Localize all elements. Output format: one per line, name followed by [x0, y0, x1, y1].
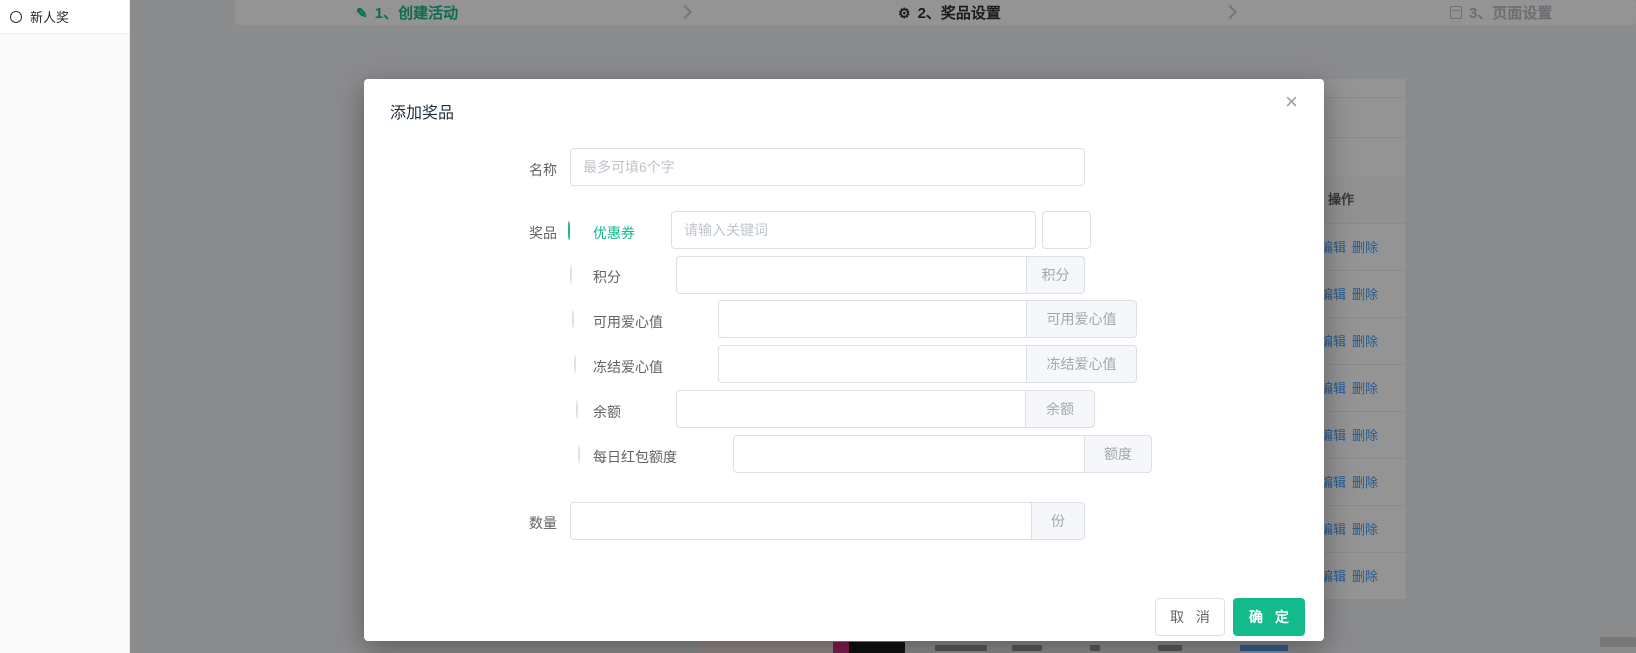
radio-frozen-love[interactable]	[574, 355, 576, 374]
frozen-love-input[interactable]	[718, 345, 1027, 383]
sidebar: 新人奖	[0, 0, 130, 653]
app-window: ✎ 1、创建活动 ⚙ 2、奖品设置 3、页面设置 操作 编辑删除编辑删除编辑删除…	[0, 0, 1636, 653]
radio-frozen-love-label[interactable]: 冻结爱心值	[593, 357, 663, 377]
radio-coupon[interactable]	[568, 221, 570, 240]
cancel-button[interactable]: 取 消	[1155, 598, 1225, 636]
radio-daily-redpacket-label[interactable]: 每日红包额度	[593, 447, 677, 467]
coupon-keyword-input[interactable]	[671, 211, 1036, 249]
add-prize-dialog: 添加奖品 × 名称 奖品 优惠券 积分 积分 可用爱心值 可用爱心值 冻结爱心值…	[364, 79, 1324, 641]
daily-redpacket-suffix: 额度	[1085, 435, 1152, 473]
radio-coupon-label[interactable]: 优惠券	[593, 223, 635, 243]
coupon-extra-input[interactable]	[1042, 211, 1091, 249]
prize-field-label: 奖品	[464, 223, 557, 243]
radio-points-label[interactable]: 积分	[593, 267, 621, 287]
radio-points[interactable]	[570, 265, 572, 284]
points-input[interactable]	[676, 256, 1027, 294]
frozen-love-suffix: 冻结爱心值	[1027, 345, 1137, 383]
quantity-field-label: 数量	[464, 513, 557, 533]
sidebar-item-label: 新人奖	[30, 7, 69, 26]
radio-balance[interactable]	[576, 400, 578, 419]
name-input[interactable]	[570, 148, 1085, 186]
points-suffix: 积分	[1027, 256, 1085, 294]
quantity-suffix: 份	[1032, 502, 1085, 540]
quantity-input[interactable]	[570, 502, 1032, 540]
usable-love-suffix: 可用爱心值	[1027, 300, 1137, 338]
balance-suffix: 余额	[1026, 390, 1095, 428]
daily-redpacket-input[interactable]	[733, 435, 1085, 473]
radio-usable-love-label[interactable]: 可用爱心值	[593, 312, 663, 332]
radio-usable-love[interactable]	[572, 310, 574, 329]
dialog-title: 添加奖品	[390, 99, 454, 123]
name-field-label: 名称	[464, 160, 557, 180]
confirm-button[interactable]: 确 定	[1233, 598, 1305, 636]
usable-love-input[interactable]	[718, 300, 1027, 338]
radio-daily-redpacket[interactable]	[578, 445, 580, 464]
circle-icon	[10, 11, 22, 23]
radio-balance-label[interactable]: 余额	[593, 402, 621, 422]
close-icon[interactable]: ×	[1285, 91, 1298, 113]
balance-input[interactable]	[676, 390, 1026, 428]
sidebar-item-newcomer-prize[interactable]: 新人奖	[0, 0, 129, 34]
